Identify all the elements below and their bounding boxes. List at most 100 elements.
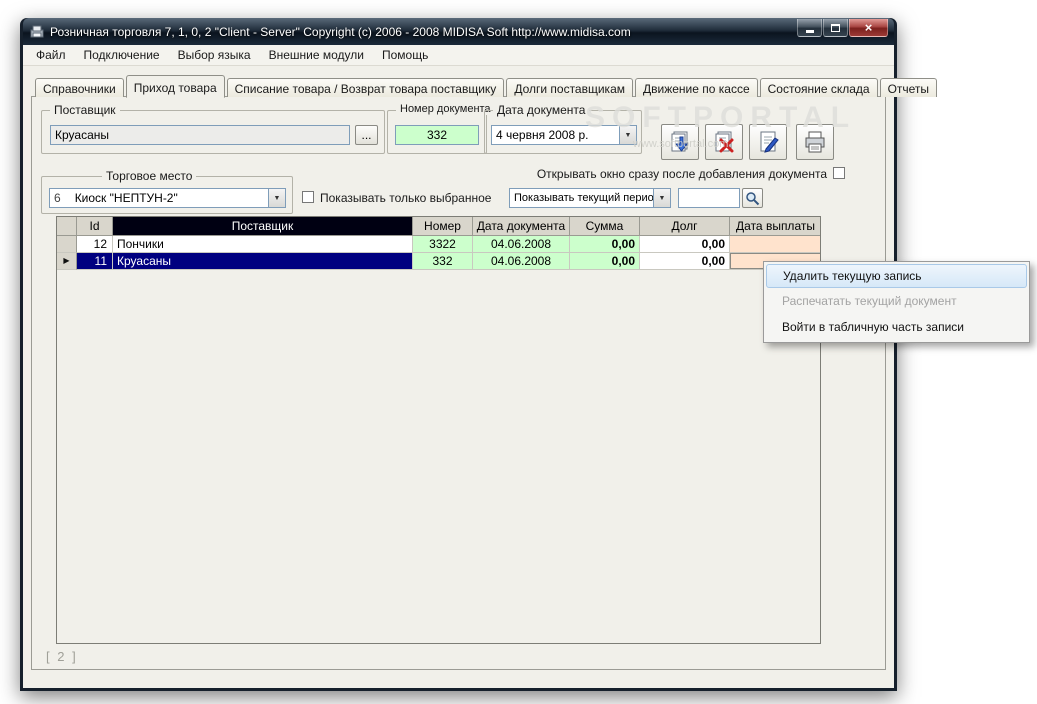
- cell-supplier[interactable]: Круасаны: [113, 253, 413, 270]
- minimize-button[interactable]: [797, 19, 822, 37]
- open-after-add-checkbox[interactable]: [833, 167, 845, 179]
- row-indicator: [57, 236, 77, 253]
- cell-number[interactable]: 3322: [413, 236, 473, 253]
- doc-date-group: Дата документа 4 червня 2008 р. ▼: [484, 103, 642, 154]
- trade-place-group: Торговое место 6 Киоск "НЕПТУН-2" ▼: [41, 169, 293, 214]
- record-count: [ 2 ]: [46, 649, 78, 664]
- edit-document-button[interactable]: [749, 124, 787, 160]
- post-document-button[interactable]: [661, 124, 699, 160]
- period-dropdown-button[interactable]: ▼: [653, 189, 670, 207]
- show-only-selected-label: Показывать только выбранное: [320, 191, 492, 205]
- trade-place-combo[interactable]: 6 Киоск "НЕПТУН-2" ▼: [49, 188, 286, 208]
- col-sum[interactable]: Сумма: [570, 217, 640, 236]
- menu-external-modules[interactable]: Внешние модули: [260, 45, 373, 65]
- search-button[interactable]: [742, 188, 763, 208]
- table-row-selected[interactable]: ▶ 11 Круасаны 332 04.06.2008 0,00 0,00: [57, 253, 820, 270]
- delete-document-icon: [715, 131, 734, 153]
- menu-language[interactable]: Выбор языка: [169, 45, 260, 65]
- minimize-icon: [805, 29, 814, 33]
- cell-id[interactable]: 12: [77, 236, 113, 253]
- app-window: Розничная торговля 7, 1, 0, 2 "Client - …: [20, 18, 938, 691]
- close-icon: ×: [864, 20, 873, 35]
- tab-dvizhenie-po-kasse[interactable]: Движение по кассе: [635, 78, 758, 97]
- context-menu-item-enter-table-part[interactable]: Войти в табличную часть записи: [766, 314, 1027, 340]
- trade-place-value: 6 Киоск "НЕПТУН-2": [50, 191, 268, 205]
- caption-buttons: ×: [797, 19, 888, 37]
- documents-grid: Id Поставщик Номер Дата документа Сумма …: [56, 216, 821, 644]
- cell-debt[interactable]: 0,00: [640, 253, 730, 270]
- cell-supplier[interactable]: Пончики: [113, 236, 413, 253]
- supplier-browse-button[interactable]: ...: [355, 125, 378, 145]
- tab-sostoyanie-sklada[interactable]: Состояние склада: [759, 78, 878, 97]
- printer-icon: [805, 131, 825, 153]
- cell-id[interactable]: 11: [77, 253, 113, 270]
- doc-number-group-label: Номер документа: [396, 103, 495, 115]
- grid-header-row: Id Поставщик Номер Дата документа Сумма …: [57, 217, 820, 236]
- period-filter-combo[interactable]: Показывать текущий период ▼: [509, 188, 671, 208]
- table-row[interactable]: 12 Пончики 3322 04.06.2008 0,00 0,00: [57, 236, 820, 253]
- tab-prihod-tovara[interactable]: Приход товара: [125, 75, 225, 98]
- col-number[interactable]: Номер: [413, 217, 473, 236]
- doc-number-input[interactable]: [395, 125, 479, 145]
- col-doc-date[interactable]: Дата документа: [473, 217, 570, 236]
- menu-file[interactable]: Файл: [27, 45, 75, 65]
- cell-payout-date[interactable]: [730, 236, 820, 253]
- col-debt[interactable]: Долг: [640, 217, 730, 236]
- tab-otchety[interactable]: Отчеты: [879, 78, 938, 97]
- tabstrip: Справочники Приход товара Списание товар…: [35, 75, 939, 98]
- search-input[interactable]: [678, 188, 740, 208]
- doc-date-picker[interactable]: 4 червня 2008 р. ▼: [491, 125, 637, 145]
- trade-place-name: Киоск "НЕПТУН-2": [74, 191, 178, 205]
- context-menu-item-delete-record[interactable]: Удалить текущую запись: [766, 264, 1027, 288]
- cell-doc-date[interactable]: 04.06.2008: [473, 253, 570, 270]
- doc-date-dropdown-button[interactable]: ▼: [619, 126, 636, 144]
- cell-number[interactable]: 332: [413, 253, 473, 270]
- chevron-down-icon: ▼: [273, 194, 281, 202]
- tab-dolgi-postavshchikam[interactable]: Долги поставщикам: [506, 78, 633, 97]
- maximize-button[interactable]: [823, 19, 848, 37]
- tabpage-prihod-tovara: Поставщик ... Номер документа Дата докум…: [31, 96, 886, 670]
- doc-number-group: Номер документа: [387, 103, 495, 154]
- col-indicator: [57, 217, 77, 236]
- close-button[interactable]: ×: [849, 19, 888, 37]
- trade-place-group-label: Торговое место: [102, 169, 197, 183]
- supplier-input[interactable]: [50, 125, 350, 145]
- doc-date-value: 4 червня 2008 р.: [496, 128, 589, 142]
- tab-spravochniki[interactable]: Справочники: [35, 78, 124, 97]
- chevron-down-icon: ▼: [658, 194, 666, 202]
- col-supplier[interactable]: Поставщик: [113, 217, 413, 236]
- menu-help[interactable]: Помощь: [373, 45, 437, 65]
- row-pointer-icon: ▶: [57, 253, 77, 270]
- menubar: Файл Подключение Выбор языка Внешние мод…: [23, 45, 894, 66]
- col-id[interactable]: Id: [77, 217, 113, 236]
- cell-debt[interactable]: 0,00: [640, 236, 730, 253]
- print-document-button[interactable]: [796, 124, 834, 160]
- menu-connection[interactable]: Подключение: [75, 45, 169, 65]
- window-title: Розничная торговля 7, 1, 0, 2 "Client - …: [50, 24, 631, 39]
- cell-sum[interactable]: 0,00: [570, 236, 640, 253]
- chevron-down-icon: ▼: [624, 131, 632, 139]
- supplier-group: Поставщик ...: [41, 103, 385, 154]
- supplier-group-label: Поставщик: [50, 103, 120, 117]
- tab-spisanie-tovara[interactable]: Списание товара / Возврат товара поставщ…: [226, 78, 505, 97]
- app-icon: [30, 25, 44, 37]
- row-context-menu: Удалить текущую запись Распечатать текущ…: [763, 261, 1030, 343]
- search-icon: [746, 191, 760, 205]
- titlebar: Розничная торговля 7, 1, 0, 2 "Client - …: [23, 18, 894, 45]
- post-document-icon: [671, 131, 689, 152]
- show-only-selected-checkbox[interactable]: [302, 191, 314, 203]
- col-payout-date[interactable]: Дата выплаты: [730, 217, 820, 236]
- open-after-add-label: Открывать окно сразу после добавления до…: [536, 167, 827, 181]
- trade-place-id: 6: [54, 191, 61, 205]
- period-filter-value: Показывать текущий период: [514, 192, 653, 204]
- cell-sum[interactable]: 0,00: [570, 253, 640, 270]
- trade-place-dropdown-button[interactable]: ▼: [268, 189, 285, 207]
- cell-doc-date[interactable]: 04.06.2008: [473, 236, 570, 253]
- doc-date-group-label: Дата документа: [493, 103, 590, 117]
- window-body: Файл Подключение Выбор языка Внешние мод…: [23, 45, 938, 688]
- context-menu-item-print-document[interactable]: Распечатать текущий документ: [766, 288, 1027, 314]
- edit-document-icon: [760, 131, 779, 153]
- delete-document-button[interactable]: [705, 124, 743, 160]
- screen: Розничная торговля 7, 1, 0, 2 "Client - …: [0, 0, 1037, 704]
- maximize-icon: [831, 23, 840, 32]
